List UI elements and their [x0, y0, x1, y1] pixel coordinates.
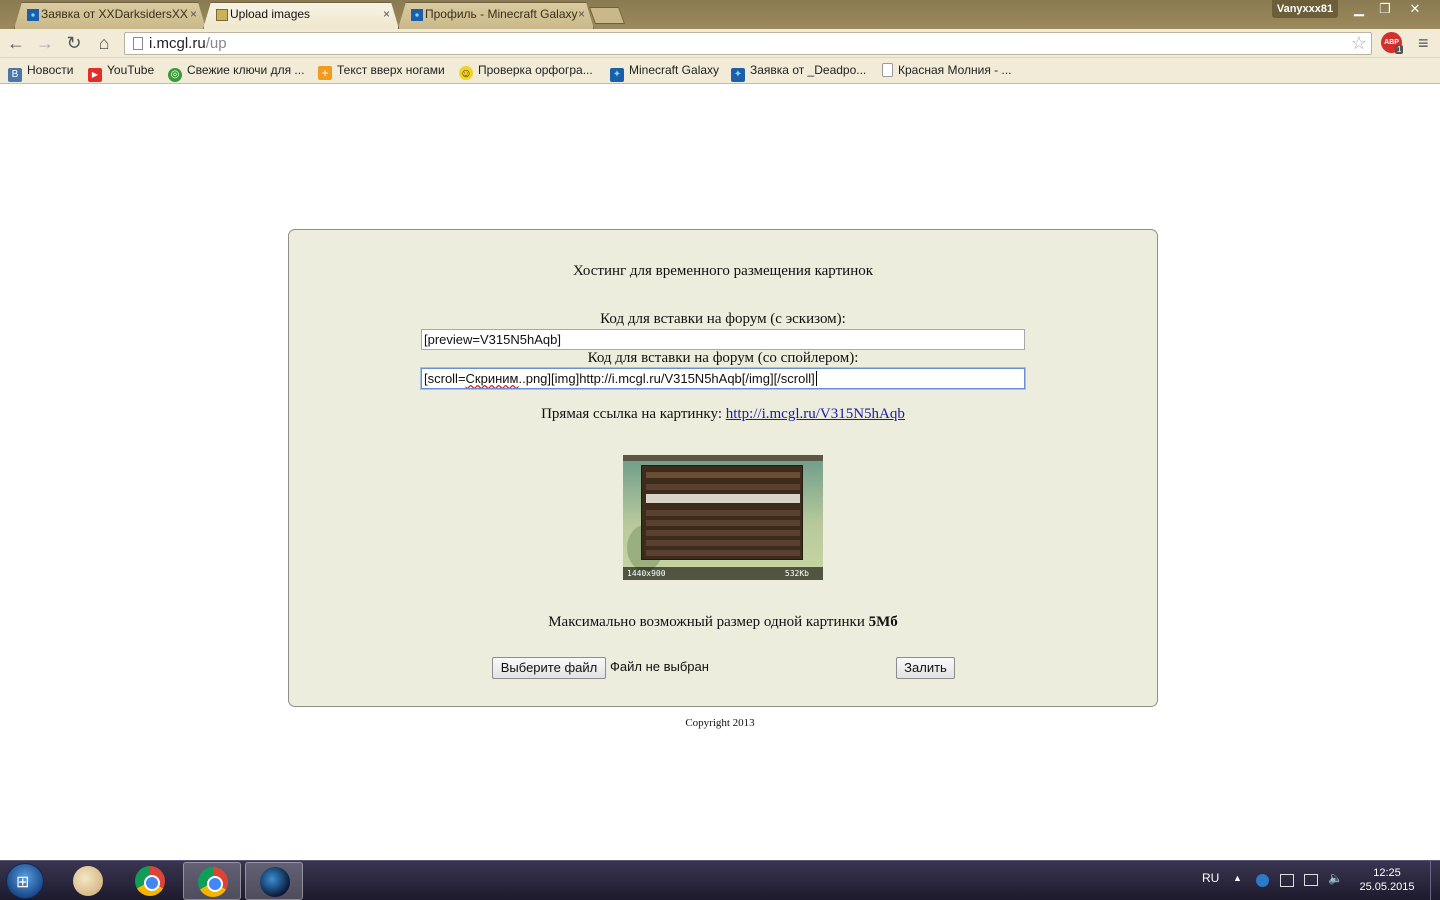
preview-code-label: Код для вставки на форум (с эскизом): [600, 311, 846, 327]
taskbar-paint[interactable] [59, 862, 117, 900]
bookmark-novosti[interactable]: B Новости [8, 63, 73, 82]
bookmark-keys[interactable]: ◎ Свежие ключи для ... [168, 63, 304, 82]
volume-icon[interactable]: 🔈 [1328, 871, 1343, 885]
tab-title: Профиль - Minecraft Galaxy [425, 7, 578, 21]
bookmark-minecraft-galaxy[interactable]: ✦ Minecraft Galaxy [610, 63, 719, 82]
url-text[interactable]: i.mcgl.ru/up [149, 35, 227, 52]
direct-link[interactable]: http://i.mcgl.ru/V315N5hAqb [726, 406, 905, 422]
action-center-icon[interactable] [1280, 874, 1294, 887]
page-title: Хостинг для временного размещения картин… [572, 263, 874, 279]
spoiler-code-field[interactable]: [scroll=Скриним..png][img]http://i.mcgl.… [421, 368, 1025, 389]
thumbnail-filesize: 532Kb [784, 569, 809, 578]
image-thumbnail[interactable]: 1440x900 532Kb [623, 455, 823, 580]
address-bar[interactable]: i.mcgl.ru/up ☆ [124, 32, 1372, 55]
thumbnail-dimensions: 1440x900 [627, 569, 666, 578]
minecraft-galaxy-icon [27, 9, 39, 21]
network-icon[interactable] [1304, 874, 1318, 886]
bookmark-flip-text[interactable]: + Текст вверх ногами [318, 63, 445, 80]
screenshot-forum-window [641, 465, 803, 560]
taskbar-chrome-1[interactable] [121, 862, 179, 900]
max-size-note: Максимально возможный размер одной карти… [548, 614, 898, 630]
show-desktop-button[interactable] [1430, 861, 1440, 900]
clock-time: 12:25 [1373, 867, 1401, 879]
tab-strip: Заявка от XXDarksidersXX × Профиль - Min… [0, 0, 1440, 29]
tab-title: Заявка от XXDarksidersXX [41, 7, 188, 21]
bookmark-youtube[interactable]: ▶ YouTube [88, 63, 154, 82]
minecraft-galaxy-icon [411, 9, 423, 21]
clock[interactable]: 12:25 25.05.2015 [1354, 866, 1420, 894]
forward-button[interactable]: → [35, 33, 55, 53]
tab-zayavka[interactable]: Заявка от XXDarksidersXX × [14, 2, 206, 29]
taskbar-chrome-2[interactable] [183, 862, 241, 900]
close-icon[interactable]: × [578, 3, 585, 26]
image-icon [216, 9, 228, 21]
back-button[interactable]: ← [6, 33, 26, 53]
bookmarks-bar: B Новости ▶ YouTube ◎ Свежие ключи для ... … [0, 58, 1440, 84]
menu-icon[interactable]: ≡ [1418, 33, 1429, 54]
tab-title: Upload images [230, 7, 311, 21]
spellcheck-error: Скриним [465, 371, 519, 386]
minimize-button[interactable]: ▁ [1346, 0, 1372, 18]
upload-panel: Хостинг для временного размещения картин… [288, 229, 1158, 707]
copyright: Copyright 2013 [685, 717, 755, 729]
thumbnail-caption: 1440x900 532Kb [623, 567, 823, 580]
spoiler-code-label: Код для вставки на форум (со спойлером): [587, 350, 859, 366]
vk-icon: B [8, 68, 22, 82]
language-indicator[interactable]: RU [1202, 871, 1219, 885]
max-size-value: 5Мб [868, 614, 898, 630]
home-button[interactable]: ⌂ [94, 33, 114, 53]
clock-date: 25.05.2015 [1359, 881, 1415, 893]
start-button[interactable]: ⊞ [6, 863, 44, 899]
choose-file-button[interactable]: Выберите файл [492, 657, 606, 679]
minecraft-galaxy-icon: ✦ [731, 68, 745, 82]
taskbar: ⊞ RU ▲ 🔈 12:25 25.05.2015 [0, 860, 1440, 900]
new-tab-button[interactable] [588, 7, 626, 24]
text-cursor [815, 371, 817, 386]
adblock-count-badge: 1 [1395, 45, 1404, 54]
bookmark-red-lightning[interactable]: Красная Молния - ... [882, 63, 1012, 77]
tab-upload-images[interactable]: Upload images × [203, 2, 399, 29]
app-icon [260, 867, 290, 897]
key-site-icon: ◎ [168, 68, 182, 82]
reload-button[interactable]: ↻ [64, 33, 84, 53]
maximize-button[interactable]: ❐ [1372, 0, 1398, 18]
no-file-label: Файл не выбран [610, 659, 709, 674]
paint-icon [73, 866, 103, 896]
chrome-icon [198, 867, 228, 897]
windows-logo-icon: ⊞ [16, 874, 30, 891]
star-icon[interactable]: ☆ [1351, 33, 1367, 54]
direct-link-row: Прямая ссылка на картинку: http://i.mcgl… [289, 406, 1157, 423]
bookmark-zayavka-deadpool[interactable]: ✦ Заявка от _Deadpo... [731, 63, 866, 82]
tray-app-icon[interactable] [1256, 874, 1269, 887]
bookmark-spellcheck[interactable]: ☺ Проверка орфогра... [459, 63, 593, 80]
close-icon[interactable]: × [190, 3, 197, 26]
smiley-icon: ☺ [459, 66, 473, 80]
page-icon [133, 37, 143, 50]
youtube-icon: ▶ [88, 68, 102, 82]
flip-text-icon: + [318, 66, 332, 80]
preview-code-field[interactable]: [preview=V315N5hAqb] [421, 329, 1025, 350]
upload-button[interactable]: Залить [896, 657, 955, 679]
minecraft-galaxy-icon: ✦ [610, 68, 624, 82]
close-window-button[interactable]: ✕ [1398, 0, 1432, 18]
show-hidden-icons[interactable]: ▲ [1233, 873, 1242, 883]
toolbar: ← → ↻ ⌂ i.mcgl.ru/up ☆ ABP 1 ≡ [0, 29, 1440, 58]
profile-badge[interactable]: Vanyxxx81 [1272, 0, 1338, 18]
tab-profile[interactable]: Профиль - Minecraft Galaxy × [398, 2, 594, 29]
chrome-icon [135, 866, 165, 896]
direct-link-label: Прямая ссылка на картинку: [541, 406, 722, 422]
page-icon [882, 63, 893, 77]
taskbar-app[interactable] [245, 862, 303, 900]
close-icon[interactable]: × [383, 3, 390, 26]
